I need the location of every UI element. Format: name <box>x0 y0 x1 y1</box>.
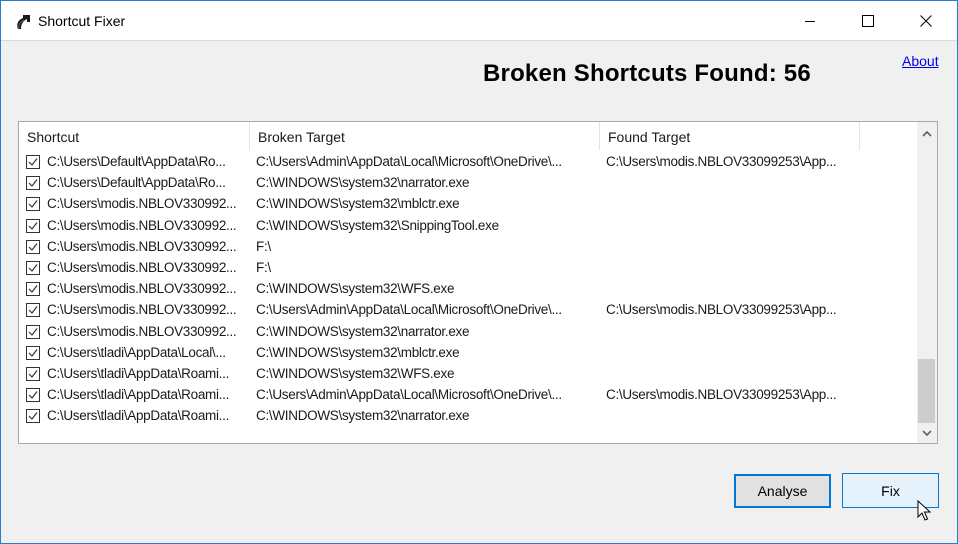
list-row[interactable]: C:\Users\Default\AppData\Ro... C:\Users\A… <box>19 152 917 173</box>
list-row[interactable]: C:\Users\Default\AppData\Ro... C:\WINDOWS… <box>19 173 917 194</box>
close-icon <box>920 15 932 27</box>
shortcut-cell: C:\Users\modis.NBLOV330992... <box>47 302 237 318</box>
shortcut-list[interactable]: Shortcut Broken Target Found Target C:\U… <box>18 121 938 444</box>
checkmark-icon <box>28 285 38 294</box>
fix-button[interactable]: Fix <box>842 473 939 508</box>
chevron-down-icon <box>922 425 932 439</box>
checkmark-icon <box>28 242 38 251</box>
broken-target-cell: C:\WINDOWS\system32\narrator.exe <box>256 408 470 424</box>
row-checkbox[interactable] <box>26 239 40 254</box>
checkmark-icon <box>28 412 38 421</box>
column-header-broken-target[interactable]: Broken Target <box>250 122 600 150</box>
shortcut-cell: C:\Users\Default\AppData\Ro... <box>47 175 226 191</box>
scroll-up-button[interactable] <box>917 122 937 144</box>
checkmark-icon <box>28 348 38 357</box>
row-checkbox[interactable] <box>26 218 40 233</box>
checkmark-icon <box>28 327 38 336</box>
list-rows: C:\Users\Default\AppData\Ro... C:\Users\A… <box>19 152 917 427</box>
broken-target-cell: C:\WINDOWS\system32\SnippingTool.exe <box>256 217 499 233</box>
broken-target-cell: C:\Users\Admin\AppData\Local\Microsoft\O… <box>256 387 562 403</box>
list-header: Shortcut Broken Target Found Target <box>19 122 917 150</box>
window-title: Shortcut Fixer <box>38 13 126 29</box>
shortcut-cell: C:\Users\modis.NBLOV330992... <box>47 259 237 275</box>
checkmark-icon <box>28 306 38 315</box>
list-row[interactable]: C:\Users\tladi\AppData\Roami... C:\Users\… <box>19 385 917 406</box>
broken-target-cell: C:\WINDOWS\system32\WFS.exe <box>256 281 455 297</box>
broken-target-cell: C:\Users\Admin\AppData\Local\Microsoft\O… <box>256 154 562 169</box>
checkmark-icon <box>28 158 38 166</box>
shortcut-cell: C:\Users\tladi\AppData\Roami... <box>47 365 230 381</box>
title-bar[interactable]: Shortcut Fixer <box>1 1 957 41</box>
app-window: Shortcut Fixer About Broken Shortcuts Fo… <box>0 0 958 544</box>
list-row[interactable]: C:\Users\modis.NBLOV330992... C:\WINDOWS\… <box>19 322 917 343</box>
checkmark-icon <box>28 179 38 188</box>
broken-target-cell: F:\ <box>256 259 271 275</box>
found-target-cell: C:\Users\modis.NBLOV33099253\App... <box>606 154 837 169</box>
chevron-up-icon <box>922 126 932 140</box>
vertical-scrollbar[interactable] <box>917 122 937 443</box>
scroll-down-button[interactable] <box>917 421 937 443</box>
shortcut-cell: C:\Users\modis.NBLOV330992... <box>47 238 237 254</box>
scroll-thumb[interactable] <box>918 359 935 423</box>
shortcut-cell: C:\Users\tladi\AppData\Local\... <box>47 344 226 360</box>
minimize-button[interactable] <box>781 1 839 41</box>
list-row[interactable]: C:\Users\modis.NBLOV330992... F:\ <box>19 258 917 279</box>
broken-target-cell: C:\WINDOWS\system32\narrator.exe <box>256 175 470 191</box>
broken-target-cell: F:\ <box>256 238 271 254</box>
list-row[interactable]: C:\Users\modis.NBLOV330992... C:\WINDOWS\… <box>19 194 917 215</box>
found-target-cell: C:\Users\modis.NBLOV33099253\App... <box>606 387 837 403</box>
column-header-empty <box>860 122 917 150</box>
maximize-button[interactable] <box>839 1 897 41</box>
list-row[interactable]: C:\Users\modis.NBLOV330992... C:\Users\Ad… <box>19 300 917 321</box>
column-header-shortcut[interactable]: Shortcut <box>19 122 250 150</box>
broken-target-cell: C:\WINDOWS\system32\WFS.exe <box>256 365 455 381</box>
list-row[interactable]: C:\Users\modis.NBLOV330992... C:\WINDOWS\… <box>19 279 917 300</box>
analyse-button[interactable]: Analyse <box>734 474 831 508</box>
shortcut-cell: C:\Users\tladi\AppData\Roami... <box>47 387 230 403</box>
minimize-icon <box>804 15 816 27</box>
row-checkbox[interactable] <box>26 176 40 191</box>
about-link[interactable]: About <box>902 53 939 69</box>
shortcut-cell: C:\Users\modis.NBLOV330992... <box>47 281 237 297</box>
checkmark-icon <box>28 391 38 399</box>
list-row[interactable]: C:\Users\modis.NBLOV330992... C:\WINDOWS\… <box>19 216 917 237</box>
shortcut-cell: C:\Users\modis.NBLOV330992... <box>47 196 237 212</box>
list-row[interactable]: C:\Users\tladi\AppData\Roami... C:\WINDOW… <box>19 406 917 427</box>
row-checkbox[interactable] <box>26 155 40 169</box>
found-target-cell: C:\Users\modis.NBLOV33099253\App... <box>606 302 837 318</box>
row-checkbox[interactable] <box>26 345 40 360</box>
broken-target-cell: C:\WINDOWS\system32\mblctr.exe <box>256 344 460 360</box>
row-checkbox[interactable] <box>26 324 40 339</box>
row-checkbox[interactable] <box>26 409 40 424</box>
broken-target-cell: C:\WINDOWS\system32\mblctr.exe <box>256 196 460 212</box>
list-row[interactable]: C:\Users\tladi\AppData\Local\... C:\WINDO… <box>19 343 917 364</box>
row-checkbox[interactable] <box>26 197 40 212</box>
row-checkbox[interactable] <box>26 303 40 318</box>
shortcut-arrow-icon <box>15 12 31 30</box>
row-checkbox[interactable] <box>26 388 40 403</box>
list-row[interactable]: C:\Users\modis.NBLOV330992... F:\ <box>19 237 917 258</box>
broken-target-cell: C:\Users\Admin\AppData\Local\Microsoft\O… <box>256 302 562 318</box>
checkmark-icon <box>28 200 38 209</box>
row-checkbox[interactable] <box>26 282 40 297</box>
checkmark-icon <box>28 221 38 230</box>
column-header-found-target[interactable]: Found Target <box>600 122 860 150</box>
shortcut-cell: C:\Users\modis.NBLOV330992... <box>47 323 237 339</box>
close-button[interactable] <box>897 1 955 41</box>
checkmark-icon <box>28 264 38 272</box>
shortcut-cell: C:\Users\Default\AppData\Ro... <box>47 154 226 169</box>
broken-count-heading: Broken Shortcuts Found: 56 <box>483 60 811 87</box>
shortcut-cell: C:\Users\modis.NBLOV330992... <box>47 217 237 233</box>
row-checkbox[interactable] <box>26 260 40 275</box>
shortcut-cell: C:\Users\tladi\AppData\Roami... <box>47 408 230 424</box>
maximize-icon <box>862 15 874 27</box>
checkmark-icon <box>28 370 38 378</box>
list-row[interactable]: C:\Users\tladi\AppData\Roami... C:\WINDOW… <box>19 364 917 385</box>
row-checkbox[interactable] <box>26 366 40 381</box>
broken-target-cell: C:\WINDOWS\system32\narrator.exe <box>256 323 470 339</box>
